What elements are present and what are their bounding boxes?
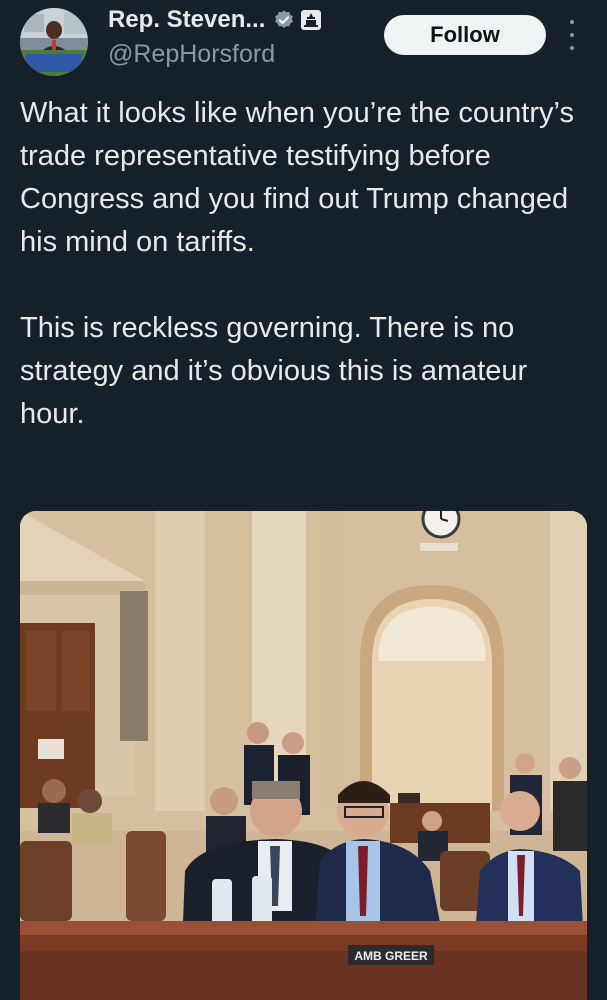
tweet-photo[interactable]: AMB GREER <box>20 511 587 1000</box>
tweet-header: Rep. Steven... @RepHorsford Follow <box>0 0 607 90</box>
more-dot <box>570 20 574 24</box>
author-display-name[interactable]: Rep. Steven... <box>108 6 265 34</box>
more-dot <box>570 46 574 50</box>
hearing-room-photo: AMB GREER <box>20 511 587 1000</box>
tweet-paragraph: What it looks like when you’re the count… <box>20 97 574 258</box>
more-dot <box>570 33 574 37</box>
author-handle[interactable]: @RepHorsford <box>108 40 275 69</box>
author-avatar[interactable] <box>20 8 88 76</box>
tweet-text: What it looks like when you’re the count… <box>20 92 590 436</box>
avatar-image <box>20 8 88 76</box>
more-options-icon[interactable] <box>566 20 578 50</box>
follow-button[interactable]: Follow <box>384 15 546 55</box>
tweet-paragraph: This is reckless governing. There is no … <box>20 312 528 430</box>
verified-badge-icon <box>275 10 294 28</box>
government-capitol-icon <box>301 10 322 30</box>
author-name-row: Rep. Steven... <box>108 6 322 34</box>
nameplate-text: AMB GREER <box>354 949 428 963</box>
